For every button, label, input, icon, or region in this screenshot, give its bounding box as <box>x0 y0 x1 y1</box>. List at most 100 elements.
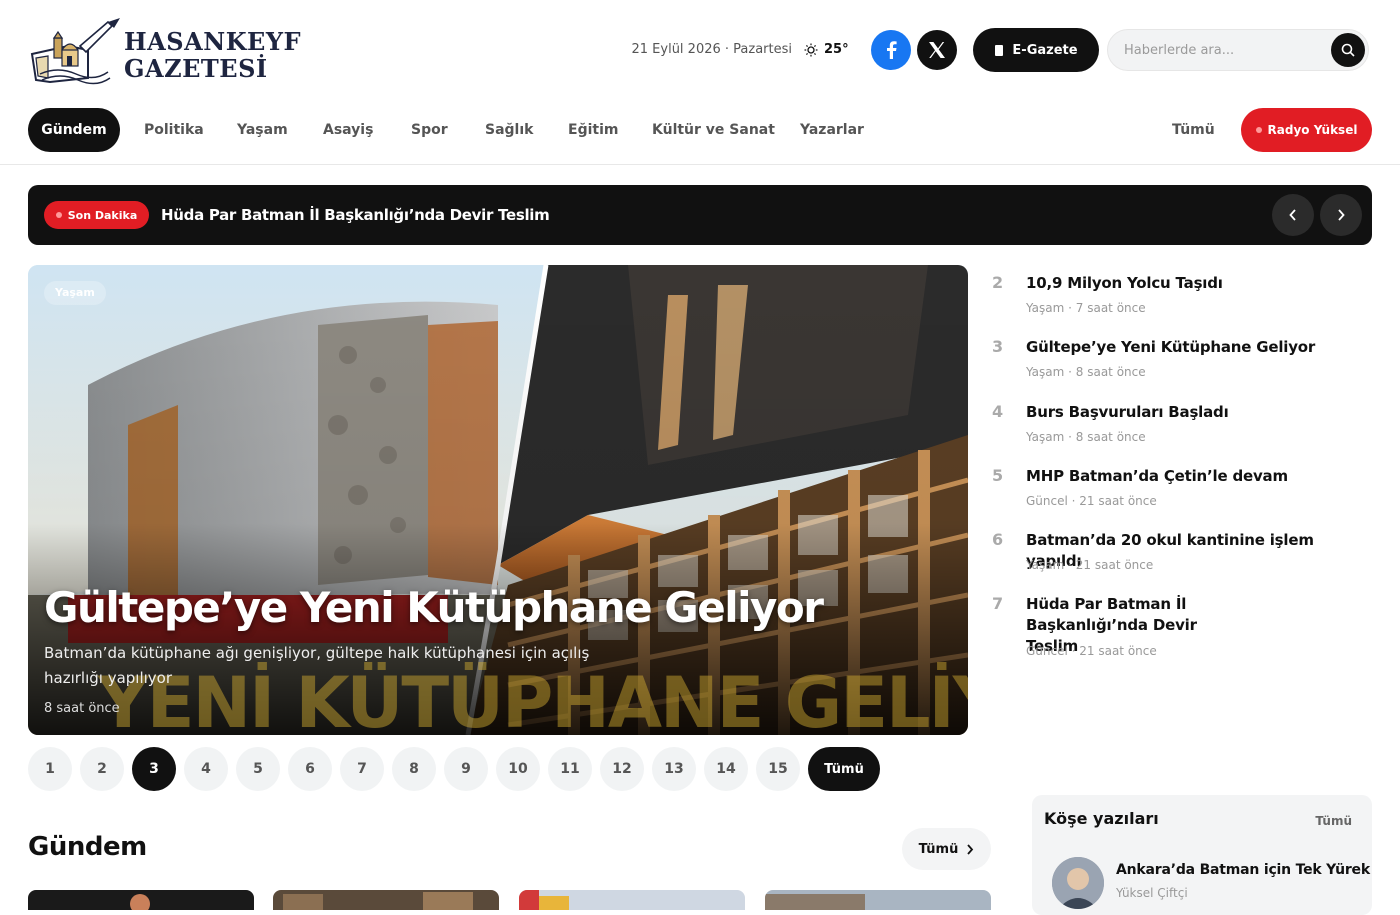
page-button-3[interactable]: 3 <box>132 747 176 791</box>
logo-mark-icon <box>30 18 120 85</box>
hero-category-badge[interactable]: Yaşam <box>44 281 106 305</box>
radio-label: Radyo Yüksel <box>1267 123 1358 137</box>
list-item-meta: Güncel · 21 saat önce <box>1026 644 1157 658</box>
radio-button[interactable]: Radyo Yüksel <box>1241 108 1372 152</box>
list-item-number: 6 <box>992 530 1004 549</box>
list-item-meta: Yaşam · 21 saat önce <box>1026 558 1154 572</box>
list-item[interactable]: 3 Gültepe’ye Yeni Kütüphane Geliyor Yaşa… <box>992 337 1362 387</box>
news-thumbnail[interactable] <box>765 890 991 910</box>
facebook-button[interactable] <box>871 30 911 70</box>
page-button-11[interactable]: 11 <box>548 747 592 791</box>
page-button-7[interactable]: 7 <box>340 747 384 791</box>
section-title: Gündem <box>28 832 147 862</box>
breaking-next-button[interactable] <box>1320 194 1362 236</box>
page-button-15[interactable]: 15 <box>756 747 800 791</box>
columns-all-link[interactable]: Tümü <box>1315 814 1352 828</box>
hero-title[interactable]: Gültepe’ye Yeni Kütüphane Geliyor <box>44 583 824 632</box>
list-item-title[interactable]: MHP Batman’da Çetin’le devam <box>1026 466 1356 487</box>
live-dot-icon <box>1255 127 1262 133</box>
site-logo[interactable]: HASANKEYF GAZETESİ <box>28 16 301 86</box>
list-item-number: 3 <box>992 337 1004 356</box>
page-button-4[interactable]: 4 <box>184 747 228 791</box>
chevron-left-icon <box>1289 209 1296 221</box>
chevron-right-icon <box>1338 209 1345 221</box>
hero-description: Batman’da kütüphane ağı genişliyor, gült… <box>44 644 590 687</box>
list-item-meta: Yaşam · 7 saat önce <box>1026 301 1146 315</box>
list-item-title[interactable]: Gültepe’ye Yeni Kütüphane Geliyor <box>1026 337 1356 358</box>
page-button-1[interactable]: 1 <box>28 747 72 791</box>
nav-item-spor[interactable]: Spor <box>411 108 448 152</box>
nav-item-yasam[interactable]: Yaşam <box>237 108 288 152</box>
sun-icon <box>804 43 818 57</box>
hero-time: 8 saat önce <box>44 701 120 716</box>
pagination-all-button[interactable]: Tümü <box>808 747 880 791</box>
x-twitter-button[interactable] <box>917 30 957 70</box>
list-item-meta: Yaşam · 8 saat önce <box>1026 365 1146 379</box>
list-item-number: 5 <box>992 466 1004 485</box>
logo-text-line2: GAZETESİ <box>124 54 268 83</box>
author-avatar[interactable] <box>1052 857 1104 909</box>
column-author: Yüksel Çiftçi <box>1116 886 1188 900</box>
hero-news-card[interactable]: YENİ KÜTÜPHANE GELİYOR Yaşam Gültepe’ye … <box>28 265 968 735</box>
search-icon <box>1341 43 1355 57</box>
section-all-button[interactable]: Tümü <box>902 828 991 870</box>
breaking-prev-button[interactable] <box>1272 194 1314 236</box>
nav-item-egitim[interactable]: Eğitim <box>568 108 618 152</box>
list-item[interactable]: 7 Hüda Par Batman İl Başkanlığı’nda Devi… <box>992 594 1362 664</box>
list-item[interactable]: 5 MHP Batman’da Çetin’le devam Güncel · … <box>992 466 1362 516</box>
nav-item-yazarlar[interactable]: Yazarlar <box>800 108 864 152</box>
thumbnail-image <box>519 890 569 910</box>
columns-title: Köşe yazıları <box>1044 809 1159 828</box>
list-item-meta: Güncel · 21 saat önce <box>1026 494 1157 508</box>
list-item-title[interactable]: 10,9 Milyon Yolcu Taşıdı <box>1026 273 1356 294</box>
list-item-title[interactable]: Burs Başvuruları Başladı <box>1026 402 1356 423</box>
list-item[interactable]: 6 Batman’da 20 okul kantinine işlem yapı… <box>992 530 1362 580</box>
thumbnail-image <box>130 894 150 910</box>
page-button-12[interactable]: 12 <box>600 747 644 791</box>
avatar-image <box>1052 857 1104 909</box>
page-button-13[interactable]: 13 <box>652 747 696 791</box>
section-all-label: Tümü <box>918 841 959 857</box>
e-gazete-label: E-Gazete <box>1012 42 1078 58</box>
chevron-right-icon <box>967 843 974 855</box>
search-button[interactable] <box>1331 33 1365 67</box>
live-dot-icon <box>55 212 62 218</box>
page-button-9[interactable]: 9 <box>444 747 488 791</box>
nav-item-politika[interactable]: Politika <box>144 108 204 152</box>
breaking-badge: Son Dakika <box>44 201 149 229</box>
page-button-5[interactable]: 5 <box>236 747 280 791</box>
breaking-headline[interactable]: Hüda Par Batman İl Başkanlığı’nda Devir … <box>161 185 550 245</box>
newspaper-icon <box>995 44 1004 56</box>
search-box <box>1107 29 1369 71</box>
page-button-6[interactable]: 6 <box>288 747 332 791</box>
e-gazete-button[interactable]: E-Gazete <box>973 28 1099 72</box>
list-item-number: 7 <box>992 594 1004 613</box>
news-thumbnail[interactable] <box>28 890 254 910</box>
nav-divider <box>0 164 1400 165</box>
weather-widget: 25° <box>804 40 849 60</box>
page-button-10[interactable]: 10 <box>496 747 540 791</box>
page-button-2[interactable]: 2 <box>80 747 124 791</box>
page-button-8[interactable]: 8 <box>392 747 436 791</box>
columns-widget: Köşe yazıları Tümü Ankara’da Batman için… <box>1032 795 1372 915</box>
list-item[interactable]: 2 10,9 Milyon Yolcu Taşıdı Yaşam · 7 saa… <box>992 273 1362 323</box>
current-date: 21 Eylül 2026 · Pazartesi <box>631 42 793 57</box>
news-thumbnail[interactable] <box>273 890 499 910</box>
news-thumbnail[interactable] <box>519 890 745 910</box>
facebook-icon <box>887 41 897 59</box>
nav-item-kultur-ve-sanat[interactable]: Kültür ve Sanat <box>652 108 775 152</box>
nav-item-gundem[interactable]: Gündem <box>28 108 120 152</box>
breaking-badge-label: Son Dakika <box>67 208 138 222</box>
nav-item-asayis[interactable]: Asayiş <box>323 108 373 152</box>
list-item[interactable]: 4 Burs Başvuruları Başladı Yaşam · 8 saa… <box>992 402 1362 452</box>
page-button-14[interactable]: 14 <box>704 747 748 791</box>
nav-all-link[interactable]: Tümü <box>1172 108 1215 152</box>
search-input[interactable] <box>1124 30 1324 70</box>
thumbnail-image <box>283 892 473 910</box>
list-item-number: 2 <box>992 273 1004 292</box>
logo-text-line1: HASANKEYF <box>124 27 302 56</box>
breaking-news-bar: Son Dakika Hüda Par Batman İl Başkanlığı… <box>28 185 1372 245</box>
nav-item-saglik[interactable]: Sağlık <box>485 108 533 152</box>
column-article-title[interactable]: Ankara’da Batman için Tek Yürek <box>1116 862 1370 878</box>
x-logo-icon <box>929 42 945 58</box>
